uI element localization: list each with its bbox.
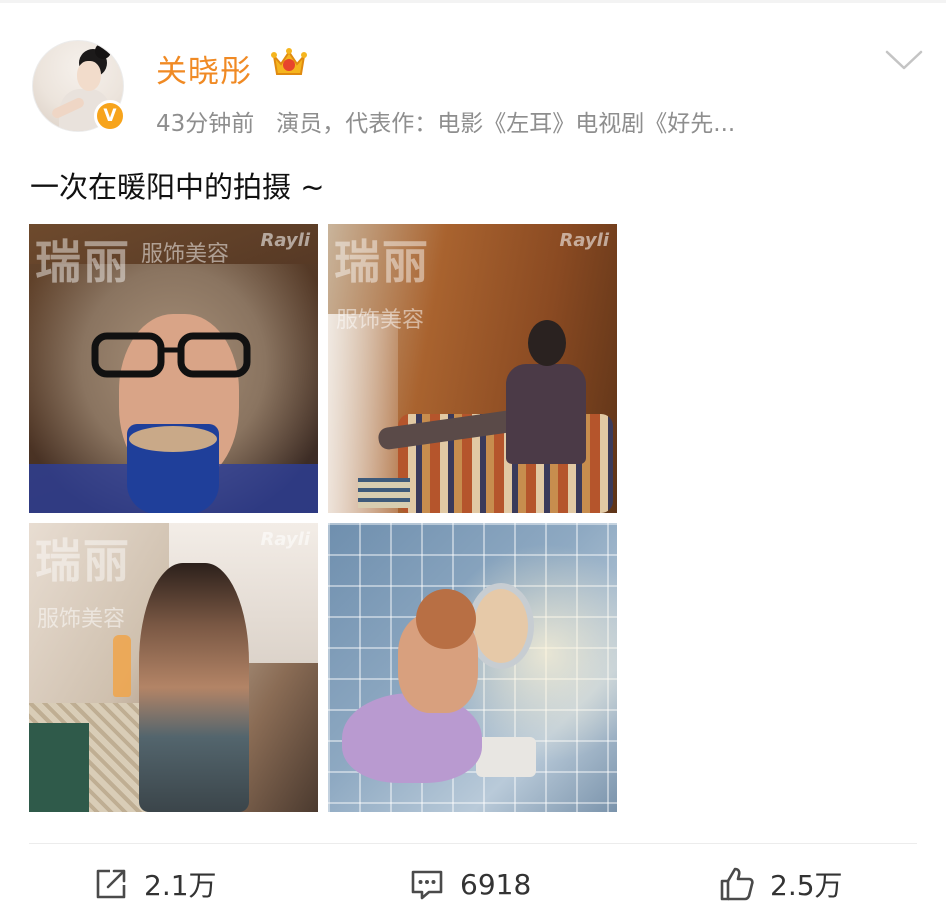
glasses-graphic <box>91 332 251 378</box>
repost-button[interactable]: 2.1万 <box>92 862 217 906</box>
watermark-subtitle: 服饰美容 <box>336 308 425 333</box>
post-text: 一次在暖阳中的拍摄 ~ <box>30 170 325 204</box>
crown-icon[interactable] <box>270 46 308 80</box>
post-meta: 43分钟前 演员，代表作：电影《左耳》电视剧《好先... <box>156 104 836 138</box>
like-count: 2.5万 <box>770 869 843 902</box>
comment-count: 6918 <box>460 867 532 901</box>
like-button[interactable]: 2.5万 <box>718 862 843 906</box>
action-divider <box>29 843 917 844</box>
post-image-3[interactable]: 瑞丽 服饰美容 Rayli <box>29 523 318 812</box>
user-description: 演员，代表作：电影《左耳》电视剧《好先... <box>276 111 736 137</box>
top-divider <box>0 0 946 3</box>
watermark-title: 瑞丽 <box>35 534 131 588</box>
post-image-1[interactable]: 瑞丽 服饰美容 Rayli <box>29 224 318 513</box>
repost-count: 2.1万 <box>144 869 217 902</box>
weibo-post-card: V 关晓彤 43分钟前 演员，代表作：电影《左耳》电视剧《好先... 一次在暖阳中… <box>0 0 946 913</box>
repost-icon <box>96 869 126 899</box>
watermark-title: 瑞丽 <box>35 235 131 289</box>
username[interactable]: 关晓彤 <box>156 46 252 91</box>
watermark-subtitle: 服饰美容 <box>37 607 126 632</box>
comment-button[interactable]: 6918 <box>408 862 531 906</box>
chevron-down-icon[interactable] <box>884 48 924 72</box>
verified-badge-icon: V <box>94 100 126 132</box>
thumbs-up-icon <box>720 867 754 901</box>
post-image-2[interactable]: 瑞丽 服饰美容 Rayli <box>328 224 617 513</box>
watermark-title: 瑞丽 <box>334 235 430 289</box>
watermark-brand: Rayli <box>260 230 310 251</box>
post-time: 43分钟前 <box>156 111 255 137</box>
comment-icon <box>411 870 443 900</box>
post-image-4[interactable] <box>328 523 617 812</box>
watermark-brand: Rayli <box>559 230 609 251</box>
watermark-subtitle: 服饰美容 <box>141 242 230 267</box>
watermark-brand: Rayli <box>260 529 310 550</box>
